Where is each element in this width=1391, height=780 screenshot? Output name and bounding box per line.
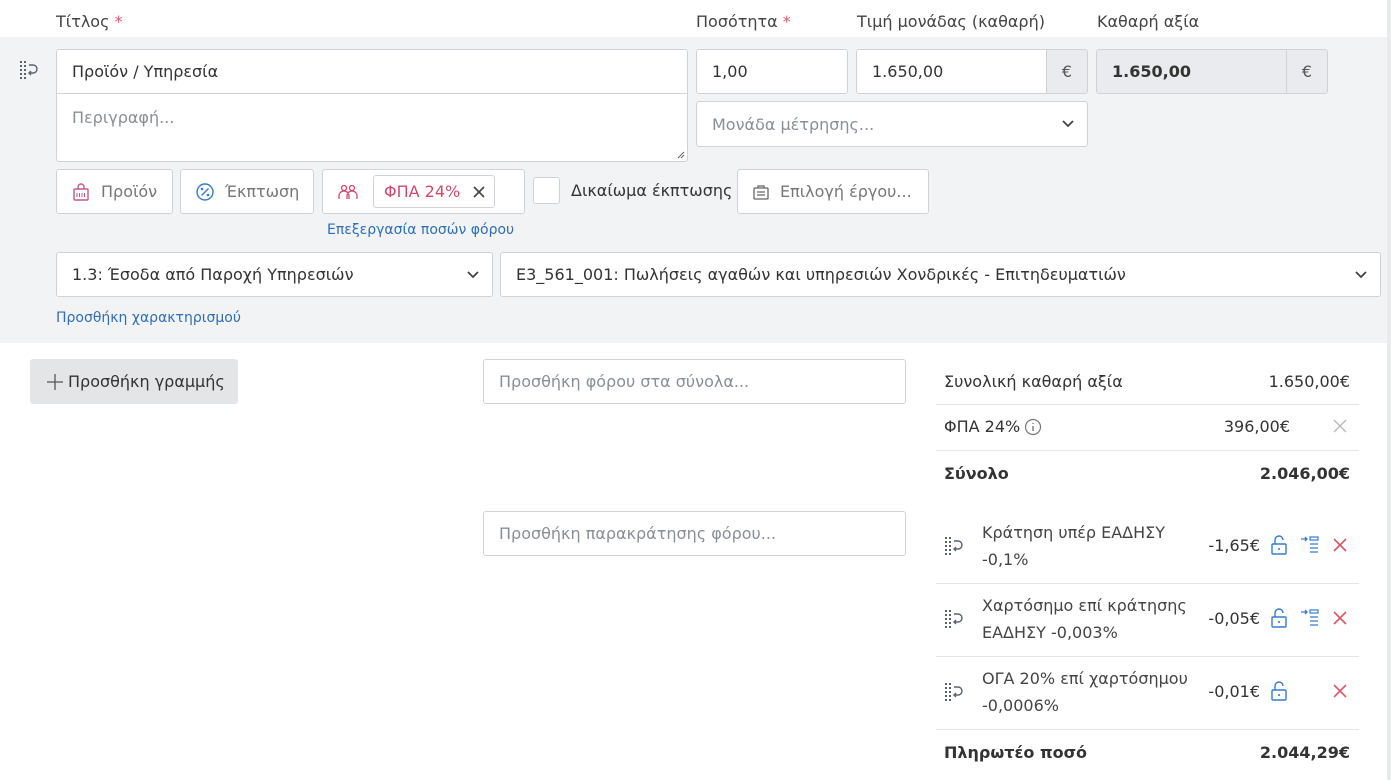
move-to-line-icon[interactable] xyxy=(1300,608,1320,628)
move-to-line-icon[interactable] xyxy=(1300,535,1320,555)
discount-icon xyxy=(196,182,214,201)
vat-tag-label: ΦΠΑ 24% xyxy=(384,182,461,201)
income-category-value: 1.3: Έσοδα από Παροχή Υπηρεσιών xyxy=(72,265,354,284)
unit-price-currency: € xyxy=(1046,49,1088,94)
vat-total-value: 396,00€ xyxy=(1223,417,1290,436)
product-bag-icon xyxy=(73,182,89,201)
plus-icon xyxy=(47,373,63,390)
net-total-label: Συνολική καθαρή αξία xyxy=(944,372,1123,391)
scrollbar-track[interactable] xyxy=(1387,0,1391,780)
payable-label: Πληρωτέο ποσό xyxy=(944,743,1088,762)
add-line-button[interactable]: Προσθήκη γραμμής xyxy=(30,359,238,404)
withholding-value: -1,65€ xyxy=(1208,536,1260,555)
deduction-right-checkbox[interactable] xyxy=(533,177,560,204)
total-value: 2.046,00€ xyxy=(1259,464,1350,483)
chevron-down-icon xyxy=(1062,120,1074,128)
project-button-label: Επιλογή έργου... xyxy=(780,182,912,201)
deduction-right-label: Δικαίωμα έκπτωσης xyxy=(571,181,733,200)
withholding-label: Κράτηση υπέρ ΕΑΔΗΣΥ -0,1% xyxy=(982,519,1197,573)
quantity-column-label: Ποσότητα * xyxy=(696,12,791,31)
vat-tag: ΦΠΑ 24% xyxy=(373,175,496,208)
payable-row: Πληρωτέο ποσό 2.044,29€ xyxy=(936,730,1359,776)
withholding-label-line2: -0,1% xyxy=(982,550,1029,569)
withholding-label: Χαρτόσημο επί κράτησης ΕΑΔΗΣΥ -0,003% xyxy=(982,592,1197,646)
chevron-down-icon xyxy=(1355,270,1367,278)
add-line-label: Προσθήκη γραμμής xyxy=(68,372,225,391)
vat-total-row: ΦΠΑ 24% 396,00€ xyxy=(936,405,1359,451)
product-button[interactable]: Προϊόν xyxy=(56,169,173,214)
unlock-icon[interactable] xyxy=(1270,681,1288,701)
unit-placeholder: Μονάδα μέτρησης... xyxy=(712,114,875,134)
project-select-button[interactable]: Επιλογή έργου... xyxy=(737,169,929,214)
vat-total-text: ΦΠΑ 24% xyxy=(944,417,1021,436)
reorder-icon[interactable] xyxy=(944,682,964,702)
vat-people-icon xyxy=(338,184,358,199)
unit-of-measure-select[interactable]: Μονάδα μέτρησης... xyxy=(696,101,1088,147)
income-category-select[interactable]: 1.3: Έσοδα από Παροχή Υπηρεσιών xyxy=(56,252,493,297)
add-tax-to-totals-input[interactable]: Προσθήκη φόρου στα σύνολα... xyxy=(483,359,906,404)
withholding-row: Κράτηση υπέρ ΕΑΔΗΣΥ -0,1% -1,65€ xyxy=(936,511,1359,584)
income-type-select[interactable]: E3_561_001: Πωλήσεις αγαθών και υπηρεσιώ… xyxy=(500,252,1381,297)
unit-price-input[interactable]: 1.650,00 xyxy=(856,49,1047,94)
description-placeholder: Περιγραφή... xyxy=(72,108,175,127)
net-value-currency: € xyxy=(1286,49,1328,94)
withholding-label-line1: ΟΓΑ 20% επί χαρτόσημου xyxy=(982,669,1188,688)
close-icon[interactable] xyxy=(1333,419,1347,433)
remove-icon[interactable] xyxy=(1333,538,1347,552)
withholding-row: ΟΓΑ 20% επί χαρτόσημου -0,0006% -0,01€ xyxy=(936,657,1359,730)
net-total-row: Συνολική καθαρή αξία 1.650,00€ xyxy=(936,359,1359,405)
add-classification-link[interactable]: Προσθήκη χαρακτηρισμού xyxy=(56,310,241,326)
unit-price-column-label: Τιμή μονάδας (καθαρή) xyxy=(857,12,1045,31)
product-button-label: Προϊόν xyxy=(101,182,158,201)
withholding-label-line2: ΕΑΔΗΣΥ -0,003% xyxy=(982,623,1118,642)
title-input[interactable]: Προϊόν / Υπηρεσία xyxy=(56,49,688,94)
net-value-column-label: Καθαρή αξία xyxy=(1097,12,1200,31)
total-row: Σύνολο 2.046,00€ xyxy=(936,451,1359,497)
unlock-icon[interactable] xyxy=(1270,535,1288,555)
net-total-value: 1.650,00€ xyxy=(1268,372,1350,391)
close-icon[interactable] xyxy=(472,185,486,199)
remove-icon[interactable] xyxy=(1333,684,1347,698)
edit-tax-amounts-link[interactable]: Επεξεργασία ποσών φόρου xyxy=(327,222,514,238)
vat-total-label: ΦΠΑ 24% xyxy=(944,417,1042,436)
reorder-icon[interactable] xyxy=(944,609,964,629)
discount-button-label: Έκπτωση xyxy=(225,182,300,201)
withholding-row: Χαρτόσημο επί κράτησης ΕΑΔΗΣΥ -0,003% -0,… xyxy=(936,584,1359,657)
discount-button[interactable]: Έκπτωση xyxy=(180,169,314,214)
resize-handle-icon[interactable] xyxy=(675,149,685,159)
project-briefcase-icon xyxy=(753,184,769,200)
title-column-label: Τίτλος * xyxy=(56,12,123,31)
add-tax-placeholder: Προσθήκη φόρου στα σύνολα... xyxy=(499,372,750,391)
remove-icon[interactable] xyxy=(1333,611,1347,625)
info-icon[interactable] xyxy=(1024,418,1042,436)
withholding-value: -0,01€ xyxy=(1208,682,1260,701)
add-withholding-placeholder: Προσθήκη παρακράτησης φόρου... xyxy=(499,524,777,543)
withholding-label-line2: -0,0006% xyxy=(982,696,1059,715)
income-type-value: E3_561_001: Πωλήσεις αγαθών και υπηρεσιώ… xyxy=(516,265,1126,284)
net-value-field: 1.650,00 xyxy=(1096,49,1287,94)
withholding-value: -0,05€ xyxy=(1208,609,1260,628)
description-textarea[interactable]: Περιγραφή... xyxy=(56,93,688,162)
payable-value: 2.044,29€ xyxy=(1259,743,1350,762)
vat-select[interactable]: ΦΠΑ 24% xyxy=(322,169,525,214)
withholding-label-line1: Χαρτόσημο επί κράτησης xyxy=(982,596,1187,615)
withholding-label-line1: Κράτηση υπέρ ΕΑΔΗΣΥ xyxy=(982,523,1166,542)
add-withholding-input[interactable]: Προσθήκη παρακράτησης φόρου... xyxy=(483,511,906,556)
unlock-icon[interactable] xyxy=(1270,608,1288,628)
reorder-icon[interactable] xyxy=(944,536,964,556)
withholding-label: ΟΓΑ 20% επί χαρτόσημου -0,0006% xyxy=(982,665,1197,719)
quantity-input[interactable]: 1,00 xyxy=(696,49,848,94)
chevron-down-icon xyxy=(467,270,479,278)
reorder-icon[interactable] xyxy=(19,60,39,80)
total-label: Σύνολο xyxy=(944,464,1009,483)
